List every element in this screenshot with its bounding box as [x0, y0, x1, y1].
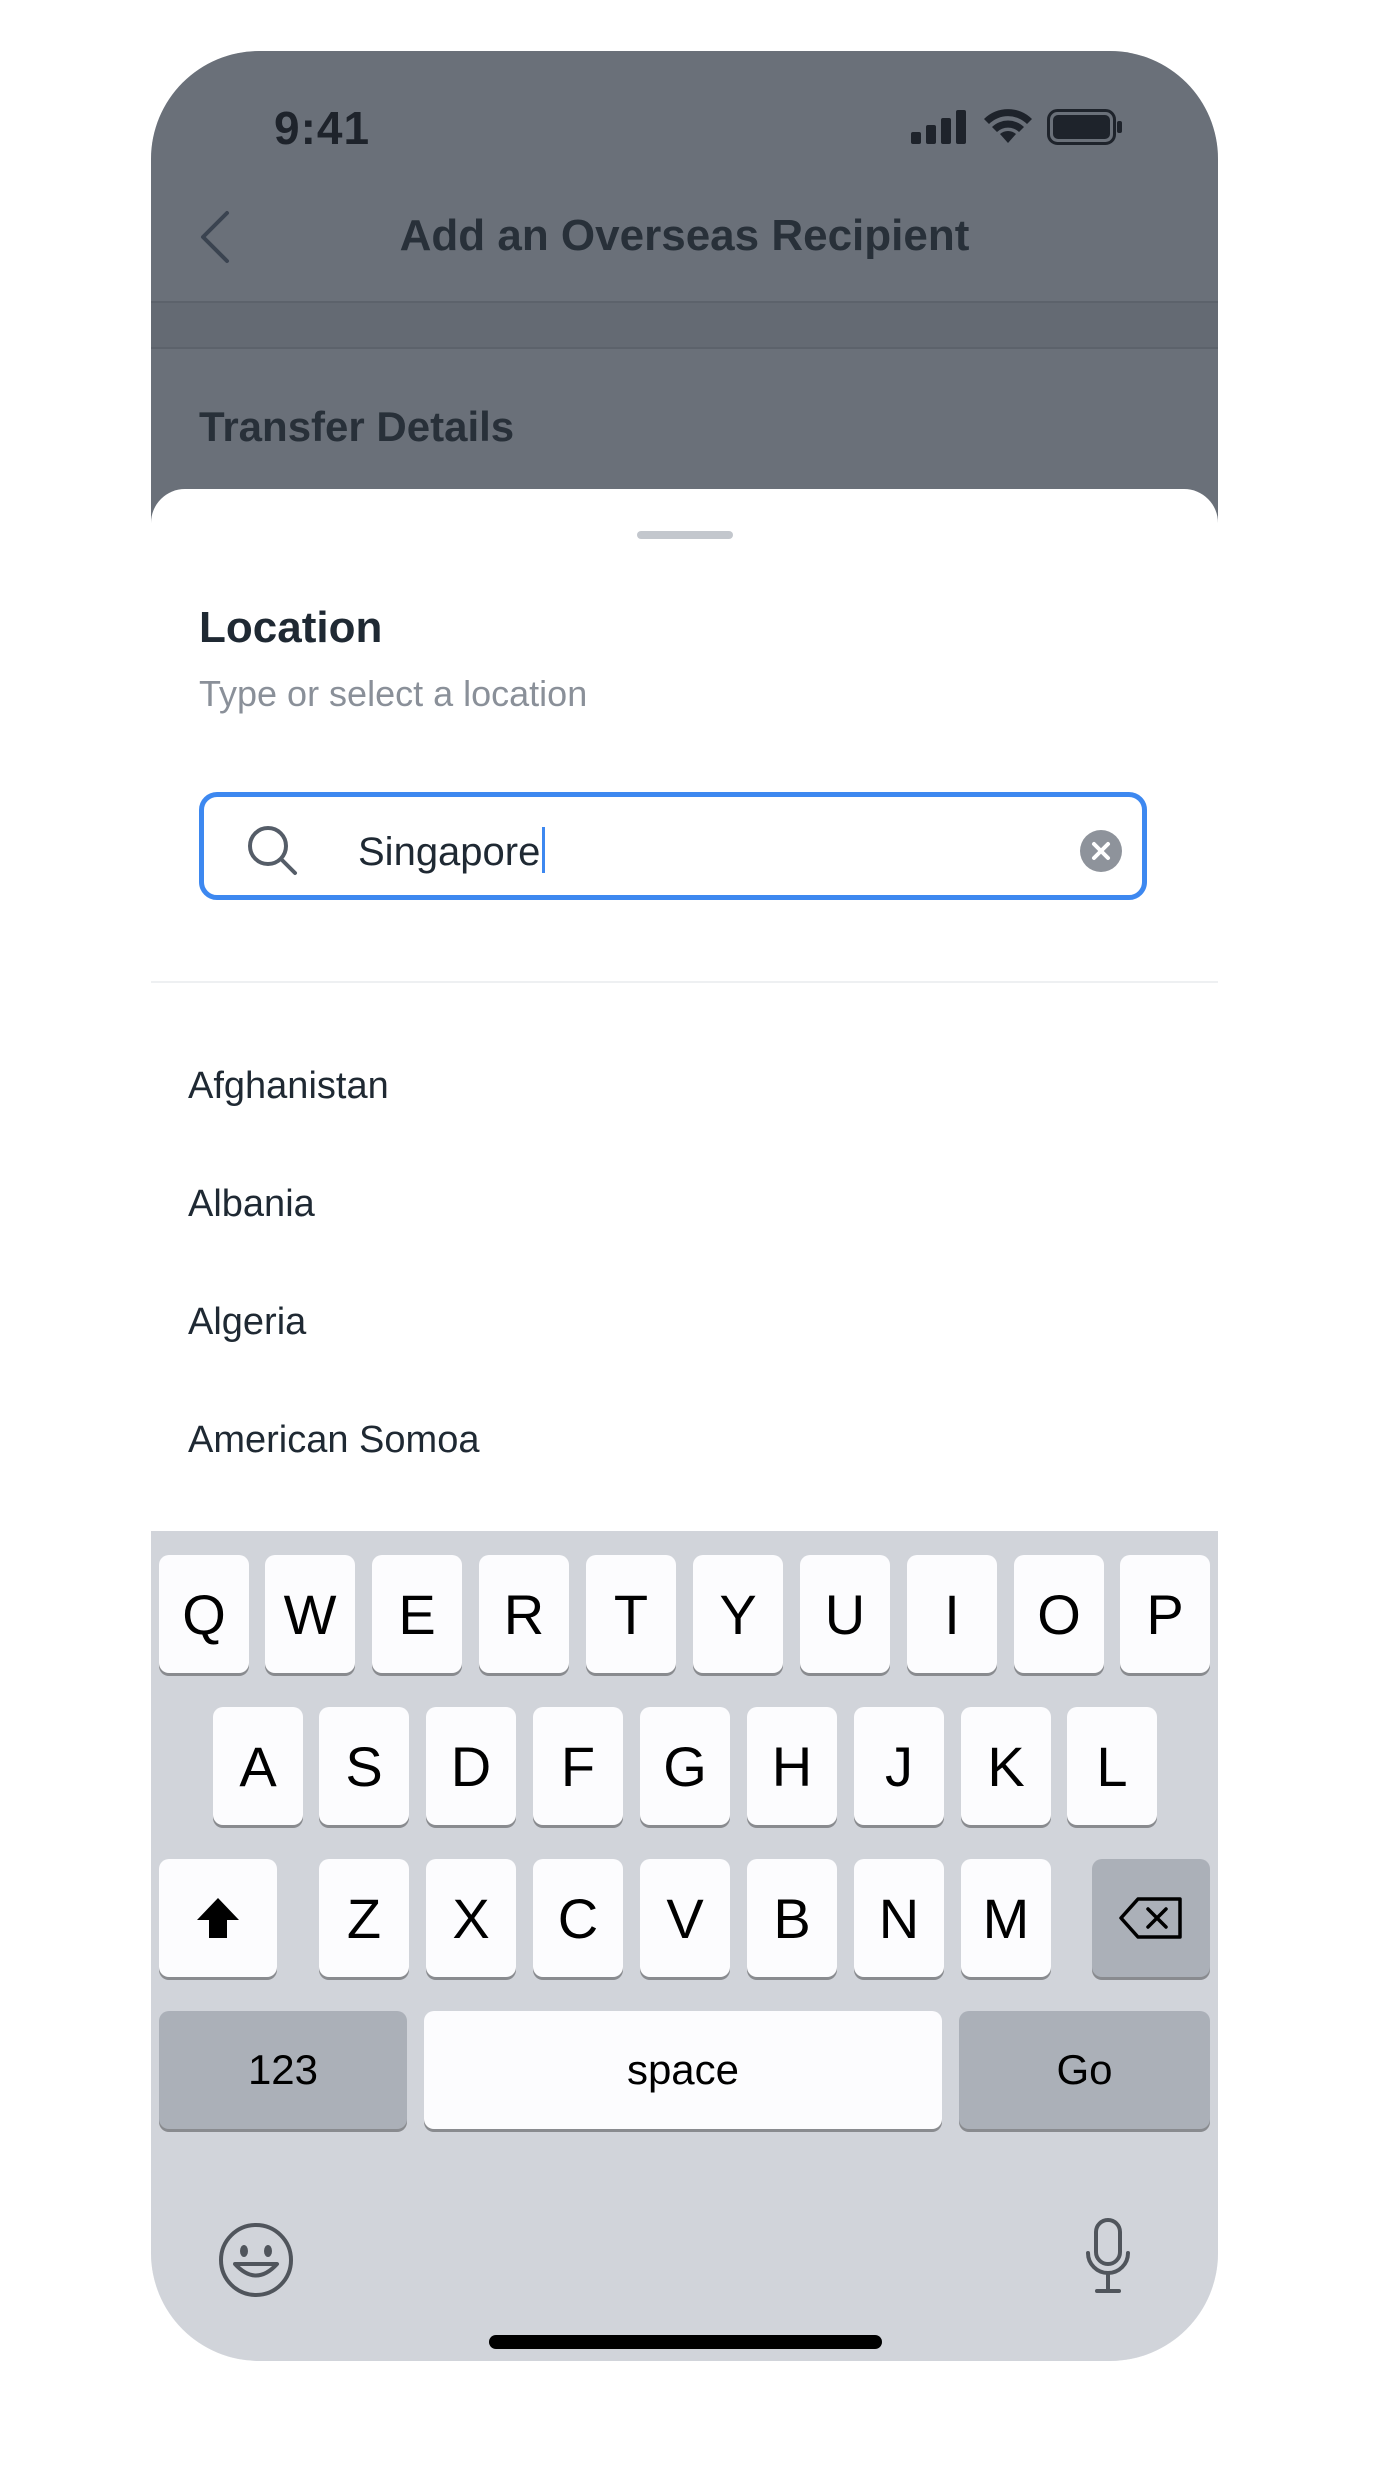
list-item[interactable]: American Somoa [151, 1381, 1218, 1499]
wifi-icon [984, 109, 1032, 143]
shift-arrow-icon [197, 1898, 239, 1938]
page-title: Add an Overseas Recipient [399, 211, 970, 260]
delete-key[interactable] [1092, 1859, 1210, 1977]
key-r[interactable]: R [479, 1555, 569, 1673]
divider [151, 347, 1218, 349]
key-h[interactable]: H [747, 1707, 837, 1825]
key-w[interactable]: W [265, 1555, 355, 1673]
key-g[interactable]: G [640, 1707, 730, 1825]
key-a[interactable]: A [213, 1707, 303, 1825]
space-key[interactable]: space [424, 2011, 942, 2129]
key-d[interactable]: D [426, 1707, 516, 1825]
sheet-title: Location [199, 603, 383, 652]
status-icons [911, 109, 1123, 145]
numbers-key[interactable]: 123 [159, 2011, 407, 2129]
key-v[interactable]: V [640, 1859, 730, 1977]
backspace-icon [1119, 1897, 1182, 1939]
key-s[interactable]: S [319, 1707, 409, 1825]
list-item[interactable]: Algeria [151, 1263, 1218, 1381]
background-page: 9:41 Add an Overseas Recipient Transfer … [151, 51, 1218, 551]
key-m[interactable]: M [961, 1859, 1051, 1977]
search-input[interactable]: Singapore [199, 792, 1147, 900]
section-title: Transfer Details [199, 403, 515, 450]
sheet-grabber[interactable] [637, 531, 733, 539]
key-k[interactable]: K [961, 1707, 1051, 1825]
home-indicator[interactable] [489, 2335, 882, 2349]
progress-strip [151, 303, 1218, 347]
location-list: Afghanistan Albania Algeria American Som… [151, 983, 1218, 1617]
phone-screen: 9:41 Add an Overseas Recipient Transfer … [151, 51, 1218, 2361]
key-u[interactable]: U [800, 1555, 890, 1673]
emoji-smiley-icon[interactable] [217, 2221, 295, 2299]
key-q[interactable]: Q [159, 1555, 249, 1673]
shift-key[interactable] [159, 1859, 277, 1977]
key-i[interactable]: I [907, 1555, 997, 1673]
key-o[interactable]: O [1014, 1555, 1104, 1673]
key-p[interactable]: P [1120, 1555, 1210, 1673]
key-z[interactable]: Z [319, 1859, 409, 1977]
cellular-signal-icon [911, 110, 966, 144]
status-time: 9:41 [274, 102, 371, 154]
list-item[interactable]: Afghanistan [151, 1027, 1218, 1145]
key-c[interactable]: C [533, 1859, 623, 1977]
go-key[interactable]: Go [959, 2011, 1210, 2129]
search-icon [248, 826, 297, 875]
key-b[interactable]: B [747, 1859, 837, 1977]
text-caret [542, 827, 546, 873]
key-x[interactable]: X [426, 1859, 516, 1977]
battery-icon [1047, 109, 1122, 145]
key-t[interactable]: T [586, 1555, 676, 1673]
keyboard: Q W E R T Y U I O P A S D F G H J K L Z … [151, 1531, 1218, 2361]
key-y[interactable]: Y [693, 1555, 783, 1673]
key-j[interactable]: J [854, 1707, 944, 1825]
search-value[interactable]: Singapore [358, 827, 546, 875]
sheet-subtitle: Type or select a location [199, 673, 588, 714]
key-f[interactable]: F [533, 1707, 623, 1825]
microphone-icon[interactable] [1083, 2217, 1133, 2297]
key-l[interactable]: L [1067, 1707, 1157, 1825]
clear-circle-icon[interactable] [1080, 830, 1122, 872]
list-item[interactable]: Albania [151, 1145, 1218, 1263]
key-e[interactable]: E [372, 1555, 462, 1673]
key-n[interactable]: N [854, 1859, 944, 1977]
